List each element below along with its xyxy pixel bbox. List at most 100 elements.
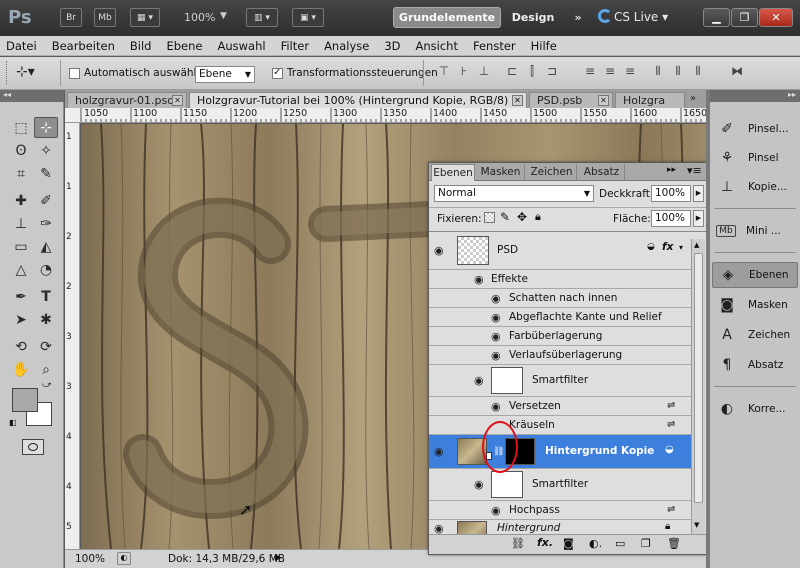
- status-icon[interactable]: ◐: [117, 552, 131, 565]
- dock-item-character[interactable]: A Zeichen: [712, 322, 798, 348]
- lock-transparency-icon[interactable]: [484, 212, 495, 223]
- lock-position-icon[interactable]: ✥: [517, 210, 527, 224]
- effect-row[interactable]: ◉ Farbüberlagerung: [429, 327, 691, 346]
- eye-icon[interactable]: ◉: [491, 311, 501, 324]
- close-icon[interactable]: ✕: [172, 95, 183, 106]
- workspace-design[interactable]: Design: [505, 7, 561, 28]
- panel-collapse-icon[interactable]: ▸▸: [667, 165, 676, 175]
- link-layers-icon[interactable]: ⛓: [511, 537, 525, 550]
- fill-slider-button[interactable]: ▶: [693, 210, 704, 227]
- zoom-level[interactable]: 100%: [184, 11, 215, 24]
- eye-icon[interactable]: ◉: [491, 330, 501, 343]
- layer-row-hintergrund-kopie[interactable]: ◉ ⛓ Hintergrund Kopie ◒: [429, 435, 691, 469]
- clone-stamp-tool-icon[interactable]: ⊥: [9, 213, 33, 234]
- align-hcenter-icon[interactable]: ⫿: [525, 64, 539, 80]
- eye-icon[interactable]: ◉: [434, 522, 444, 534]
- close-button[interactable]: ✕: [759, 8, 793, 27]
- paint-bucket-tool-icon[interactable]: ◭: [34, 236, 58, 257]
- fill-input[interactable]: 100%: [651, 210, 691, 227]
- eye-icon[interactable]: ◉: [491, 292, 501, 305]
- panel-menu-icon[interactable]: ▾≡: [687, 164, 702, 177]
- distribute-hcenter-icon[interactable]: ⦀: [671, 64, 685, 80]
- eye-icon[interactable]: ◉: [491, 504, 501, 517]
- crop-tool-icon[interactable]: ⌗: [9, 163, 33, 184]
- distribute-top-icon[interactable]: ≡: [583, 64, 597, 80]
- lock-all-icon[interactable]: 🔒︎: [535, 210, 541, 224]
- 3d-orbit-tool-icon[interactable]: ⟳: [34, 336, 58, 357]
- align-left-icon[interactable]: ⊏: [505, 64, 519, 80]
- move-tool-icon[interactable]: ⊹: [34, 117, 58, 138]
- new-layer-icon[interactable]: ❐: [641, 537, 651, 550]
- align-top-icon[interactable]: ⊤: [437, 64, 451, 80]
- align-right-icon[interactable]: ⊐: [545, 64, 559, 80]
- hand-tool-icon[interactable]: ✋: [9, 359, 33, 380]
- menu-hilfe[interactable]: Hilfe: [531, 39, 557, 53]
- blend-mode-dropdown[interactable]: Normal ▼: [434, 185, 594, 202]
- dodge-tool-icon[interactable]: ◔: [34, 259, 58, 280]
- workspace-more-button[interactable]: »: [567, 7, 589, 28]
- eye-icon[interactable]: ◉: [434, 445, 444, 458]
- scroll-down-icon[interactable]: ▼: [694, 521, 699, 529]
- eye-icon[interactable]: ◉: [491, 349, 501, 362]
- brush-tool-icon[interactable]: ✐: [34, 190, 58, 211]
- tab-ebenen[interactable]: Ebenen: [431, 164, 475, 181]
- align-vcenter-icon[interactable]: ⊦: [457, 64, 471, 80]
- filter-row[interactable]: Kräuseln ⇌: [429, 416, 691, 435]
- collapse-icon[interactable]: ▸▸: [788, 90, 796, 99]
- menu-bild[interactable]: Bild: [130, 39, 152, 53]
- path-selection-tool-icon[interactable]: ➤: [9, 309, 33, 330]
- bridge-button[interactable]: Br: [60, 8, 82, 27]
- marquee-tool-icon[interactable]: ⬚: [9, 117, 33, 138]
- distribute-left-icon[interactable]: ⦀: [651, 64, 665, 80]
- zoom-tool-icon[interactable]: ⌕: [34, 359, 58, 380]
- filter-row[interactable]: ◉ Hochpass ⇌: [429, 501, 691, 520]
- tab-absatz[interactable]: Absatz: [579, 164, 625, 181]
- pen-tool-icon[interactable]: ✒: [9, 286, 33, 307]
- distribute-vcenter-icon[interactable]: ≡: [603, 64, 617, 80]
- eye-icon[interactable]: ◉: [434, 244, 444, 257]
- distribute-bottom-icon[interactable]: ≡: [623, 64, 637, 80]
- swap-colors-icon[interactable]: ⤻: [42, 380, 52, 390]
- close-icon[interactable]: ✕: [512, 95, 523, 106]
- menu-ebene[interactable]: Ebene: [166, 39, 202, 53]
- quick-selection-tool-icon[interactable]: ✧: [34, 140, 58, 161]
- smartfilter-row[interactable]: ◉ Smartfilter: [429, 469, 691, 501]
- type-tool-icon[interactable]: T: [34, 286, 58, 307]
- history-brush-tool-icon[interactable]: ✑: [34, 213, 58, 234]
- eye-icon[interactable]: ◉: [474, 374, 484, 387]
- auto-select-dropdown[interactable]: Ebene ▼: [195, 66, 255, 83]
- dock-item-paragraph[interactable]: ¶ Absatz: [712, 352, 798, 378]
- tab-psd-psb[interactable]: PSD.psb ✕: [529, 92, 613, 108]
- align-bottom-icon[interactable]: ⊥: [477, 64, 491, 80]
- menu-bearbeiten[interactable]: Bearbeiten: [52, 39, 115, 53]
- tab-holzgravur-tutorial[interactable]: Holzgravur-Tutorial bei 100% (Hintergrun…: [189, 92, 527, 108]
- eye-icon[interactable]: ◉: [491, 400, 501, 413]
- eye-icon[interactable]: ◉: [474, 273, 484, 286]
- menu-3d[interactable]: 3D: [384, 39, 400, 53]
- menu-analyse[interactable]: Analyse: [324, 39, 369, 53]
- menu-ansicht[interactable]: Ansicht: [416, 39, 458, 53]
- workspace-grundelemente[interactable]: Grundelemente: [393, 7, 501, 28]
- restore-button[interactable]: ❐: [731, 8, 758, 27]
- toolbox-header[interactable]: ◂◂: [0, 90, 64, 102]
- minimize-button[interactable]: ▁: [703, 8, 730, 27]
- status-menu-icon[interactable]: ▶: [275, 553, 282, 563]
- more-tabs-icon[interactable]: »: [690, 93, 696, 104]
- dock-item-masks[interactable]: ◙ Masken: [712, 292, 798, 318]
- filter-options-icon[interactable]: ⇌: [667, 504, 675, 515]
- effect-row[interactable]: ◉ Verlaufsüberlagerung: [429, 346, 691, 365]
- zoom-dropdown-icon[interactable]: ▼: [220, 11, 227, 21]
- effect-row[interactable]: ◉ Abgeflachte Kante und Relief: [429, 308, 691, 327]
- dock-item-layers[interactable]: ◈ Ebenen: [712, 262, 798, 288]
- screen-mode-button[interactable]: ▣ ▾: [292, 8, 324, 27]
- filter-row[interactable]: ◉ Versetzen ⇌: [429, 397, 691, 416]
- tab-holzgravur-01[interactable]: holzgravur-01.psd ✕: [67, 92, 187, 108]
- fx-icon[interactable]: fx: [662, 241, 673, 253]
- new-group-icon[interactable]: ▭: [615, 537, 625, 550]
- blur-tool-icon[interactable]: △: [9, 259, 33, 280]
- dock-item-clone-source[interactable]: ⊥ Kopie...: [712, 174, 798, 200]
- filter-options-icon[interactable]: ⇌: [667, 419, 675, 430]
- custom-shape-tool-icon[interactable]: ✱: [34, 309, 58, 330]
- lock-pixels-icon[interactable]: ✎: [500, 210, 510, 224]
- menu-filter[interactable]: Filter: [281, 39, 309, 53]
